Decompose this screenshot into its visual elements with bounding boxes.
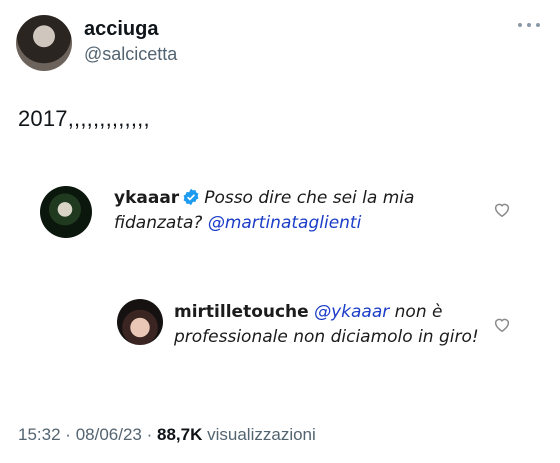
heart-outline-icon <box>494 203 510 218</box>
comment-mention: @ykaaar <box>314 302 390 322</box>
tweet-date[interactable]: 08/06/23 <box>76 425 142 444</box>
heart-outline-icon <box>494 318 510 333</box>
comment-mention: @martinataglienti <box>207 213 362 233</box>
tweet-meta: 15:32 · 08/06/23 · 88,7K visualizzazioni <box>18 425 316 445</box>
comment-text: ykaaar Posso dire che sei la mia fidanzat… <box>114 186 434 236</box>
verified-badge-icon <box>183 188 199 206</box>
meta-separator: · <box>146 425 153 444</box>
comment-username: mirtilletouche <box>174 302 309 322</box>
meta-separator: · <box>65 425 71 444</box>
comment-username: ykaaar <box>114 188 180 208</box>
tweet-time[interactable]: 15:32 <box>18 425 61 444</box>
author-avatar[interactable] <box>16 15 72 71</box>
tweet-text: 2017,,,,,,,,,,,,, <box>18 106 150 131</box>
more-options-icon[interactable] <box>518 21 540 29</box>
comment-avatar <box>117 299 163 345</box>
author-handle[interactable]: @salcicetta <box>84 44 177 65</box>
views-count: 88,7K <box>157 425 203 444</box>
comment-avatar <box>40 186 92 238</box>
comment-text: mirtilletouche @ykaaar non è professiona… <box>174 300 504 350</box>
views-label: visualizzazioni <box>207 425 316 444</box>
author-display-name[interactable]: acciuga <box>84 18 158 41</box>
